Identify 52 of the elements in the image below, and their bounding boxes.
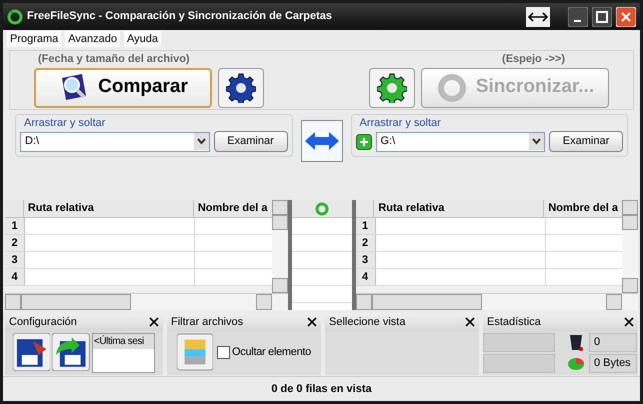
browse-button[interactable]: Examinar: [214, 131, 288, 152]
add-icon[interactable]: [356, 134, 372, 150]
panel-title: Configuración: [9, 314, 77, 330]
column-header[interactable]: Ruta relativa: [24, 200, 194, 217]
window-title: FreeFileSync - Comparación y Sincronización de Carpetas: [27, 9, 334, 24]
row-number: 1: [356, 218, 376, 234]
row-number: 4: [356, 269, 376, 285]
minimize-icon[interactable]: [568, 6, 588, 26]
stat-value: 0 Bytes: [589, 354, 637, 373]
row-number: 1: [5, 218, 25, 234]
menu-item[interactable]: Avanzado: [65, 30, 120, 48]
folder-label: Arrastrar y soltar: [23, 116, 106, 131]
maximize-icon[interactable]: [592, 6, 612, 26]
close-icon[interactable]: [465, 317, 475, 327]
close-icon[interactable]: [624, 317, 634, 327]
checkbox[interactable]: [217, 346, 230, 358]
stat-value: 0: [589, 333, 637, 352]
menu-item[interactable]: Programa: [7, 30, 62, 48]
compare-button[interactable]: Comparar: [34, 68, 212, 108]
column-header[interactable]: Nombre del a: [544, 200, 622, 217]
gear-icon: [377, 72, 407, 102]
folder-combo[interactable]: G:\: [376, 132, 545, 152]
panel-title: Sellecione vista: [329, 314, 406, 330]
dropdown-icon[interactable]: [194, 133, 208, 150]
horizontal-scrollbar[interactable]: [5, 293, 288, 310]
column-header[interactable]: Nombre del a: [194, 200, 272, 217]
folder-label: Arrastrar y soltar: [358, 116, 442, 131]
row-number: 3: [5, 252, 25, 268]
sync-caption: (Espejo ->>): [502, 52, 566, 67]
vertical-scrollbar[interactable]: [272, 200, 288, 293]
checkbox-label: Ocultar elemento: [232, 344, 311, 360]
config-list-item[interactable]: <Última sesi: [92, 334, 154, 349]
panel-title: Filtrar archivos: [171, 314, 244, 330]
gear-icon: [226, 72, 256, 102]
row-number: 3: [356, 252, 376, 268]
compare-caption: (Fecha y tamaño del archivo): [37, 52, 190, 67]
panel-title: Estadística: [487, 314, 541, 330]
close-icon[interactable]: [149, 317, 159, 327]
folder-combo[interactable]: D:\: [20, 132, 210, 152]
row-number: 2: [5, 235, 25, 251]
menu-item[interactable]: Ayuda: [124, 30, 162, 48]
browse-button[interactable]: Examinar: [549, 131, 623, 152]
row-number: 2: [356, 235, 376, 251]
trash-can-icon: [567, 333, 585, 352]
column-header[interactable]: Ruta relativa: [374, 200, 544, 217]
status-text: 0 de 0 filas en vista: [271, 382, 372, 397]
close-icon[interactable]: [307, 317, 317, 327]
row-number: 4: [5, 269, 25, 285]
horizontal-scrollbar[interactable]: [356, 293, 638, 310]
swap-arrows-icon[interactable]: [300, 120, 342, 162]
dropdown-icon[interactable]: [529, 133, 544, 150]
vertical-scrollbar[interactable]: [622, 200, 638, 293]
